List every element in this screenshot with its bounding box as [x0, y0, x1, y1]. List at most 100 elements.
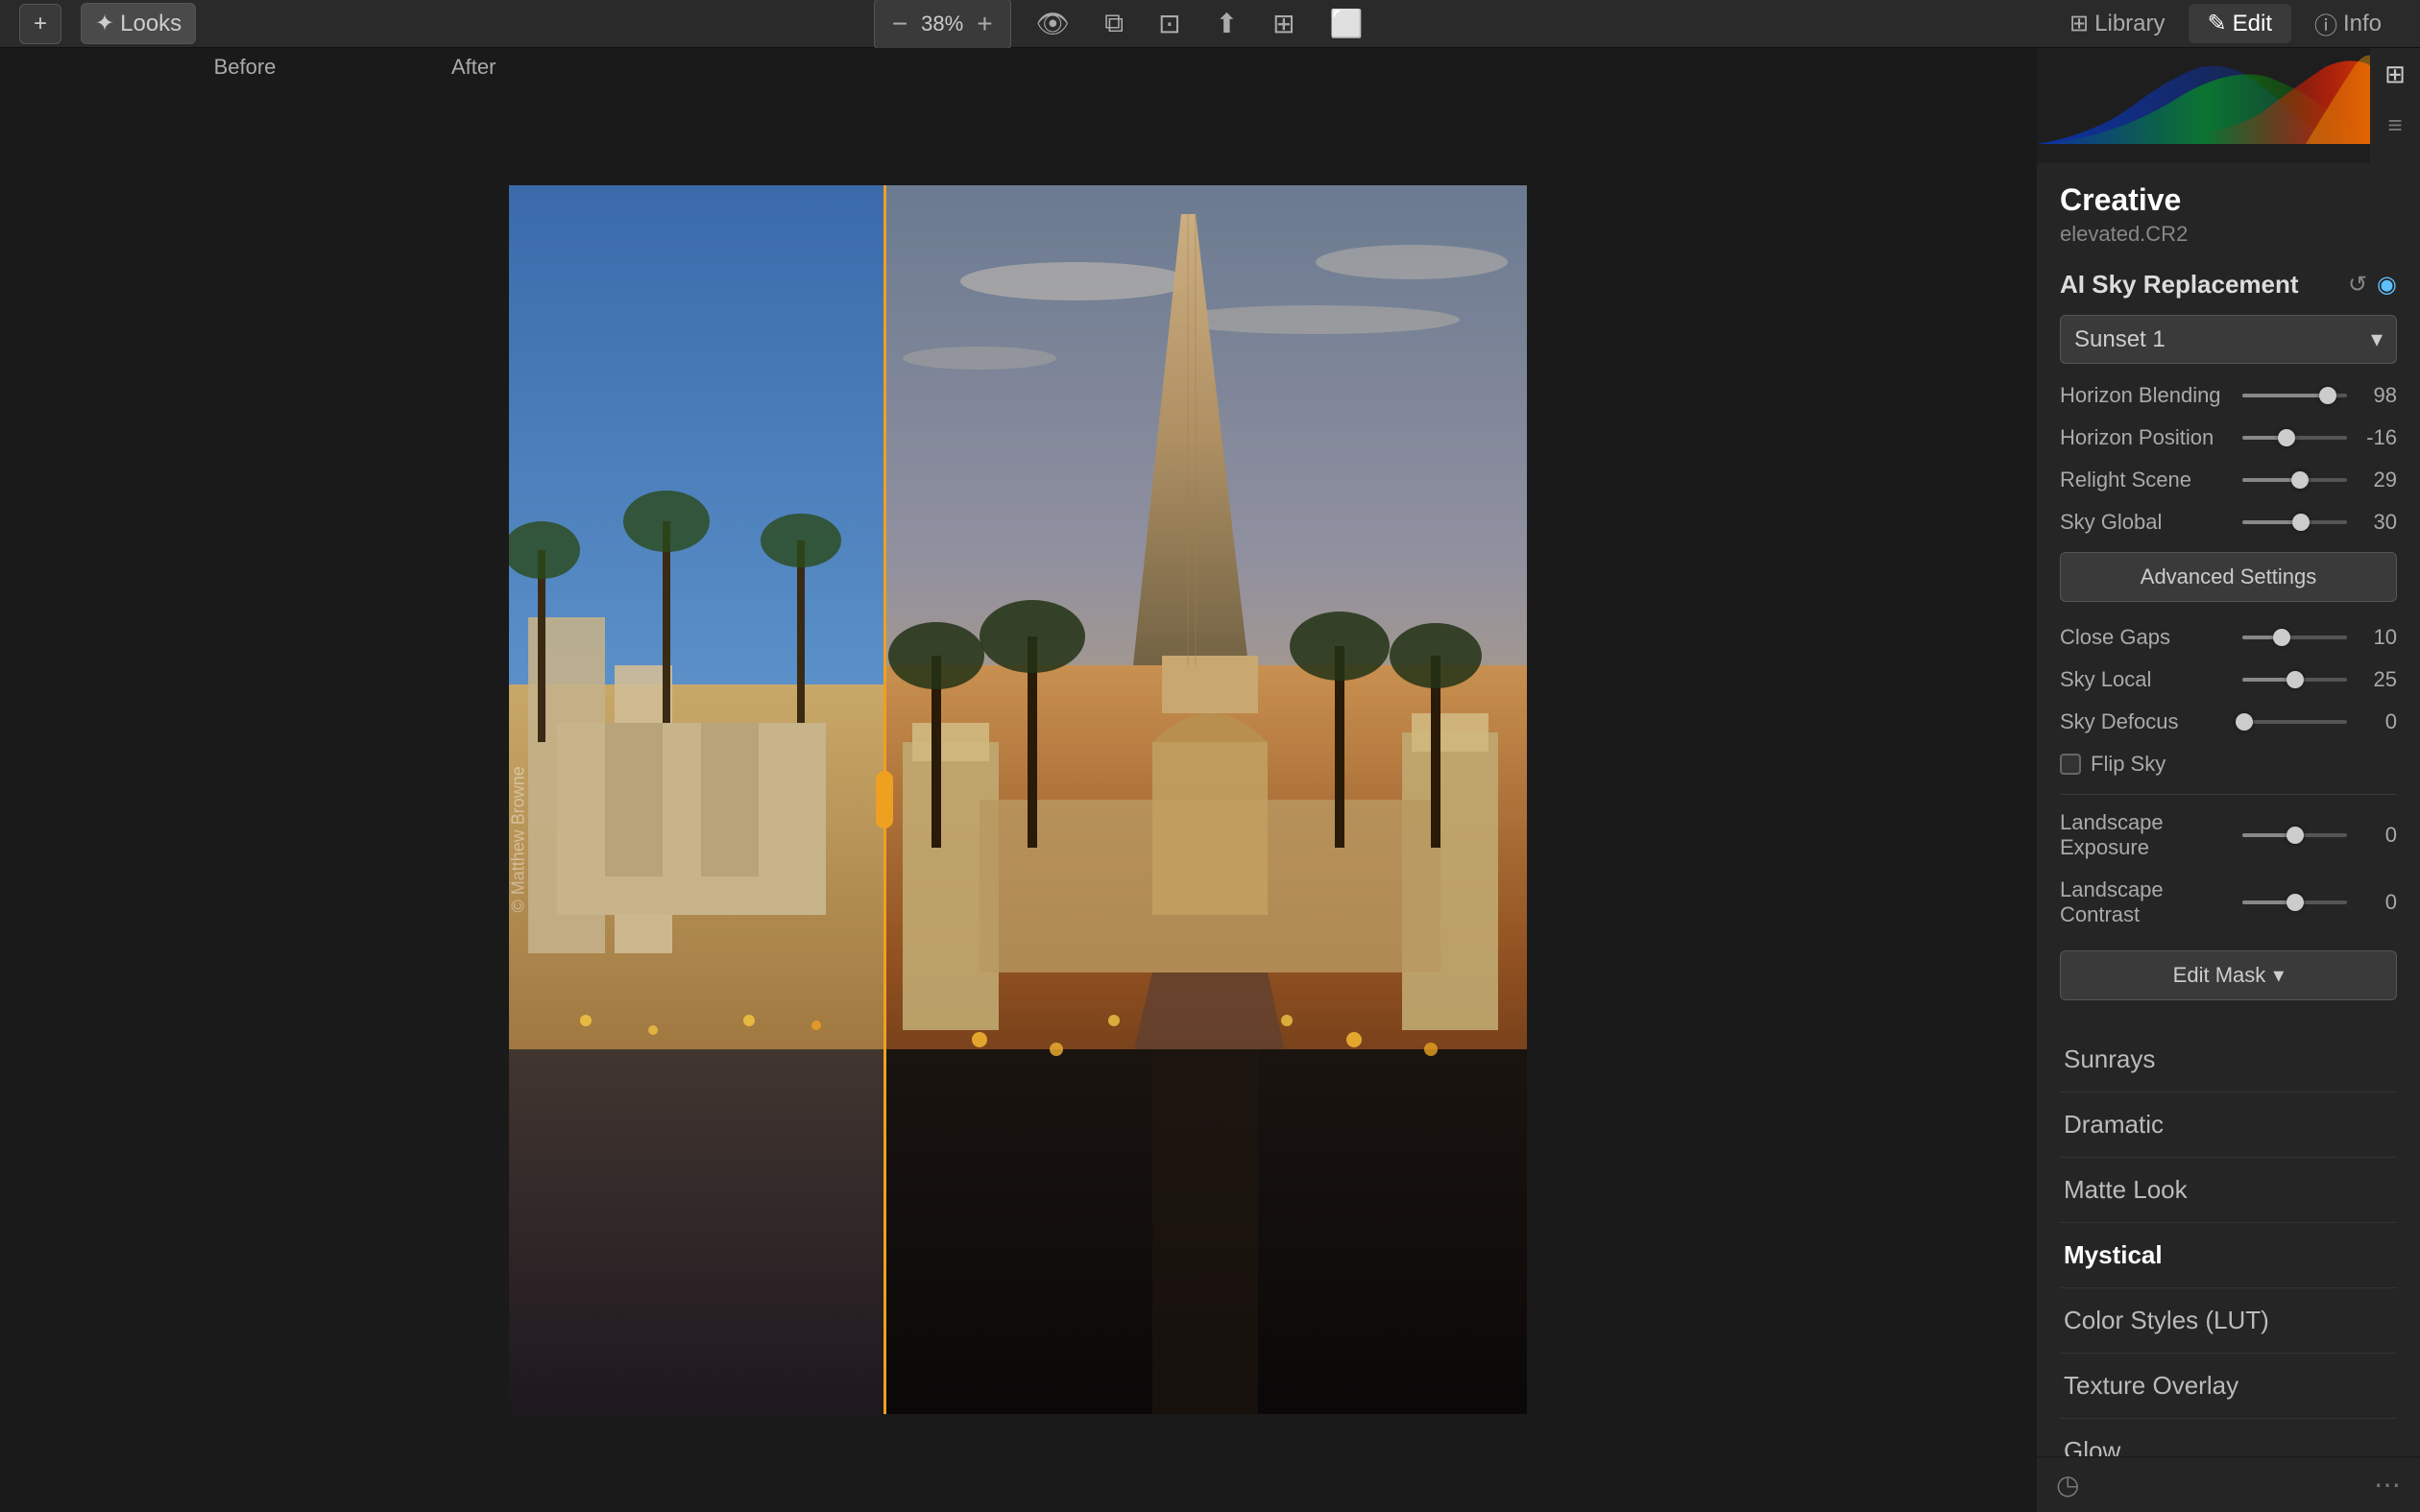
horizon-blending-label: Horizon Blending	[2060, 383, 2242, 408]
looks-icon: ✦	[95, 10, 114, 37]
close-gaps-label: Close Gaps	[2060, 625, 2242, 650]
window-button[interactable]: ⬜	[1320, 2, 1373, 45]
panel-icon-strip: ⊞ ≡	[2370, 48, 2420, 163]
looks-label: Looks	[120, 11, 182, 37]
divider-1	[2060, 794, 2397, 795]
compare-button[interactable]: ⧉	[1095, 2, 1133, 45]
creative-list: Sunrays Dramatic Matte Look Mystical Col…	[2060, 1027, 2397, 1456]
flip-sky-row[interactable]: Flip Sky	[2060, 752, 2397, 777]
reset-button[interactable]: ↺	[2348, 271, 2367, 299]
zoom-in-button[interactable]: +	[967, 3, 1002, 45]
landscape-exposure-track[interactable]	[2242, 826, 2347, 845]
sky-defocus-track[interactable]	[2242, 712, 2347, 732]
horizon-blending-row: Horizon Blending 98	[2060, 383, 2397, 408]
creative-item-matte-look[interactable]: Matte Look	[2060, 1158, 2397, 1223]
sky-global-track[interactable]	[2242, 513, 2347, 532]
sky-local-value: 25	[2355, 667, 2397, 692]
library-tab[interactable]: ⊞ Library	[2050, 4, 2184, 43]
dropdown-arrow-icon: ▾	[2371, 325, 2383, 353]
creative-item-mystical[interactable]: Mystical	[2060, 1223, 2397, 1288]
feature-header: AI Sky Replacement ↺ ◉	[2060, 270, 2397, 300]
relight-scene-value: 29	[2355, 468, 2397, 492]
histogram-area: ⊞ ≡	[2037, 48, 2420, 163]
toolbar: + ✦ Looks − 38% + 👁 ⧉ ⊡ ⬆ ⊞ ⬜ ⊞ Library …	[0, 0, 2420, 48]
before-after-labels: Before After	[0, 48, 2036, 86]
edit-icon: ✎	[2208, 10, 2227, 37]
horizon-position-track[interactable]	[2242, 428, 2347, 447]
creative-item-color-styles[interactable]: Color Styles (LUT)	[2060, 1288, 2397, 1354]
toggle-button[interactable]: ◉	[2377, 271, 2397, 299]
add-icon: +	[34, 11, 47, 37]
histogram-chart	[2037, 48, 2420, 163]
edit-label: Edit	[2233, 11, 2272, 37]
relight-scene-track[interactable]	[2242, 470, 2347, 490]
sky-dropdown-label: Sunset 1	[2074, 326, 2166, 353]
view-button[interactable]: 👁	[1027, 2, 1080, 45]
grid-button[interactable]: ⊞	[1263, 2, 1304, 45]
split-photo: © Matthew Browne	[509, 185, 1527, 1414]
landscape-exposure-row: Landscape Exposure 0	[2060, 810, 2397, 860]
close-gaps-row: Close Gaps 10	[2060, 625, 2397, 650]
sky-global-label: Sky Global	[2060, 510, 2242, 535]
panel-content: Creative elevated.CR2 AI Sky Replacement…	[2037, 163, 2420, 1456]
advanced-settings-button[interactable]: Advanced Settings	[2060, 552, 2397, 602]
landscape-exposure-value: 0	[2355, 823, 2397, 848]
horizon-position-value: -16	[2355, 425, 2397, 450]
toolbar-center: − 38% + 👁 ⧉ ⊡ ⬆ ⊞ ⬜	[874, 0, 1373, 50]
horizon-blending-track[interactable]	[2242, 386, 2347, 405]
sky-global-value: 30	[2355, 510, 2397, 535]
advanced-settings-label: Advanced Settings	[2141, 564, 2316, 588]
info-icon: ⓘ	[2314, 7, 2337, 40]
sliders-icon[interactable]: ≡	[2387, 110, 2402, 140]
split-handle[interactable]	[876, 771, 893, 828]
edit-tab[interactable]: ✎ Edit	[2189, 4, 2291, 43]
photo-area: Before After	[0, 48, 2036, 1512]
photo-after	[883, 185, 1527, 1414]
file-name: elevated.CR2	[2060, 222, 2397, 247]
sky-dropdown[interactable]: Sunset 1 ▾	[2060, 315, 2397, 364]
crop-button[interactable]: ⊡	[1149, 2, 1190, 45]
looks-button[interactable]: ✦ Looks	[81, 3, 196, 44]
info-tab[interactable]: ⓘ Info	[2295, 1, 2401, 46]
bottom-icons: ◷ ⋯	[2037, 1456, 2420, 1512]
before-photo-svg	[509, 185, 883, 1414]
edit-mask-arrow-icon: ▾	[2273, 963, 2284, 988]
more-icon[interactable]: ⋯	[2374, 1469, 2401, 1500]
edit-mask-button[interactable]: Edit Mask ▾	[2060, 950, 2397, 1000]
landscape-contrast-value: 0	[2355, 890, 2397, 915]
landscape-contrast-row: Landscape Contrast 0	[2060, 877, 2397, 927]
history-icon[interactable]: ◷	[2056, 1469, 2079, 1500]
sky-local-row: Sky Local 25	[2060, 667, 2397, 692]
zoom-control[interactable]: − 38% +	[874, 0, 1011, 50]
close-gaps-value: 10	[2355, 625, 2397, 650]
info-label: Info	[2343, 11, 2382, 37]
share-button[interactable]: ⬆	[1206, 2, 1247, 45]
section-title: Creative	[2060, 182, 2397, 218]
advanced-section: Close Gaps 10 Sky Local	[2060, 625, 2397, 927]
relight-scene-row: Relight Scene 29	[2060, 468, 2397, 492]
creative-item-glow[interactable]: Glow	[2060, 1419, 2397, 1456]
sky-local-label: Sky Local	[2060, 667, 2242, 692]
main-content: Before After	[0, 48, 2420, 1512]
photo-container[interactable]: © Matthew Browne	[0, 86, 2036, 1512]
edit-mask-label: Edit Mask	[2173, 963, 2266, 988]
before-label: Before	[58, 55, 432, 80]
creative-item-dramatic[interactable]: Dramatic	[2060, 1092, 2397, 1158]
flip-sky-checkbox[interactable]	[2060, 754, 2081, 775]
landscape-contrast-track[interactable]	[2242, 893, 2347, 912]
horizon-position-row: Horizon Position -16	[2060, 425, 2397, 450]
add-button[interactable]: +	[19, 4, 61, 44]
main-sliders: Horizon Blending 98 Horizon Position	[2060, 383, 2397, 535]
layers-icon[interactable]: ⊞	[2384, 60, 2406, 89]
right-panel: ⊞ ≡ Creative elevated.CR2 AI Sky Replace…	[2036, 48, 2420, 1512]
feature-controls: ↺ ◉	[2348, 271, 2397, 299]
zoom-out-button[interactable]: −	[883, 3, 917, 45]
sky-local-track[interactable]	[2242, 670, 2347, 689]
sky-defocus-row: Sky Defocus 0	[2060, 709, 2397, 734]
flip-sky-label: Flip Sky	[2091, 752, 2166, 777]
creative-item-sunrays[interactable]: Sunrays	[2060, 1027, 2397, 1092]
after-label: After	[432, 55, 496, 80]
creative-item-texture-overlay[interactable]: Texture Overlay	[2060, 1354, 2397, 1419]
close-gaps-track[interactable]	[2242, 628, 2347, 647]
photo-before: © Matthew Browne	[509, 185, 883, 1414]
